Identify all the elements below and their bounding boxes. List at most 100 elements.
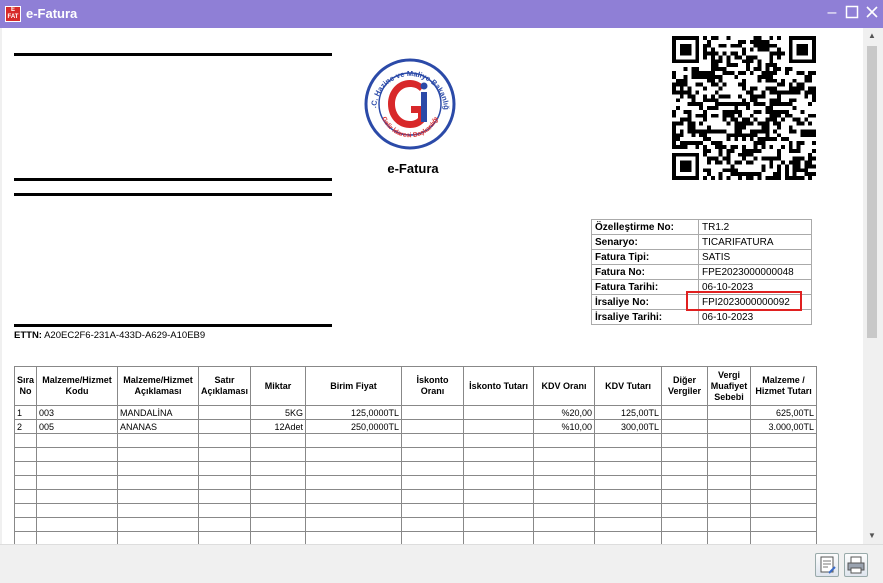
table-cell	[533, 503, 596, 518]
table-cell	[463, 461, 535, 476]
table-cell	[661, 405, 709, 420]
table-cell	[305, 517, 403, 532]
table-cell	[661, 531, 709, 544]
app-icon: E FAT	[5, 6, 21, 22]
table-cell	[36, 503, 119, 518]
table-cell: 2	[13, 419, 38, 434]
table-row-empty	[13, 475, 818, 490]
table-cell	[250, 447, 307, 462]
info-value: TR1.2	[698, 219, 812, 235]
header-rule	[14, 324, 332, 327]
table-cell: 625,00TL	[750, 405, 818, 420]
table-cell: 12Adet	[250, 419, 307, 434]
table-cell: 3.000,00TL	[750, 419, 818, 434]
info-label: Fatura No:	[591, 264, 699, 280]
table-cell	[661, 419, 709, 434]
table-cell	[661, 475, 709, 490]
document-viewport[interactable]: T.C. Hazine ve Maliye Bakanlığı Gelir İd…	[2, 28, 863, 544]
info-label: Fatura Tarihi:	[591, 279, 699, 295]
info-row: Fatura Tipi: SATIS	[591, 249, 812, 265]
table-cell	[750, 475, 818, 490]
table-cell	[36, 433, 119, 448]
table-cell	[707, 531, 752, 544]
column-header: Birim Fiyat	[305, 366, 403, 406]
table-cell	[707, 405, 752, 420]
table-cell	[305, 461, 403, 476]
header-rule	[14, 193, 332, 196]
info-label: İrsaliye Tarihi:	[591, 309, 699, 325]
table-cell	[250, 475, 307, 490]
table-cell	[198, 405, 252, 420]
table-cell	[533, 433, 596, 448]
table-row-empty	[13, 447, 818, 462]
table-cell	[117, 503, 200, 518]
table-cell	[707, 461, 752, 476]
table-cell	[463, 503, 535, 518]
table-cell	[117, 447, 200, 462]
info-label: Senaryo:	[591, 234, 699, 250]
vertical-scrollbar[interactable]: ▲ ▼	[863, 28, 881, 544]
table-cell	[661, 461, 709, 476]
table-cell	[198, 531, 252, 544]
column-header: KDV Oranı	[533, 366, 596, 406]
info-row: Fatura No: FPE2023000000048	[591, 264, 812, 280]
table-cell: 1	[13, 405, 38, 420]
info-label: Fatura Tipi:	[591, 249, 699, 265]
export-document-button[interactable]	[815, 553, 839, 577]
ettn-value: A20EC2F6-231A-433D-A629-A10EB9	[44, 330, 206, 341]
table-cell	[117, 433, 200, 448]
close-icon	[866, 6, 878, 18]
column-header: İskonto Oranı	[401, 366, 465, 406]
table-cell	[250, 461, 307, 476]
close-button[interactable]	[864, 5, 880, 21]
scroll-down-arrow-icon[interactable]: ▼	[863, 528, 881, 544]
table-cell	[305, 489, 403, 504]
table-cell	[707, 489, 752, 504]
table-cell	[198, 433, 252, 448]
table-cell	[594, 461, 663, 476]
column-header: İskonto Tutarı	[463, 366, 535, 406]
table-cell	[707, 433, 752, 448]
table-cell	[250, 433, 307, 448]
table-cell	[401, 531, 465, 544]
maximize-button[interactable]	[844, 5, 860, 21]
scrollbar-thumb[interactable]	[867, 46, 877, 338]
table-cell: 5KG	[250, 405, 307, 420]
table-cell	[13, 489, 38, 504]
info-row: İrsaliye Tarihi: 06-10-2023	[591, 309, 812, 325]
table-cell	[594, 447, 663, 462]
table-cell: 005	[36, 419, 119, 434]
table-cell	[13, 447, 38, 462]
table-cell	[117, 531, 200, 544]
table-cell	[13, 433, 38, 448]
window-title: e-Fatura	[26, 6, 78, 21]
table-cell	[401, 489, 465, 504]
table-cell: 125,00TL	[594, 405, 663, 420]
minimize-button[interactable]: –	[824, 5, 840, 21]
document-title: e-Fatura	[387, 161, 439, 176]
gib-logo: T.C. Hazine ve Maliye Bakanlığı Gelir İd…	[364, 58, 456, 150]
info-row: Özelleştirme No: TR1.2	[591, 219, 812, 235]
table-cell	[661, 447, 709, 462]
table-cell	[198, 475, 252, 490]
column-header: Malzeme/Hizmet Kodu	[36, 366, 119, 406]
table-cell	[594, 433, 663, 448]
table-row-empty	[13, 461, 818, 476]
table-cell	[401, 447, 465, 462]
table-cell	[305, 433, 403, 448]
table-cell	[401, 405, 465, 420]
table-cell	[750, 447, 818, 462]
table-cell	[463, 489, 535, 504]
table-cell	[305, 447, 403, 462]
info-row: Senaryo: TICARIFATURA	[591, 234, 812, 250]
table-cell	[661, 517, 709, 532]
table-cell	[13, 503, 38, 518]
table-cell	[533, 531, 596, 544]
table-cell	[707, 419, 752, 434]
table-cell	[661, 433, 709, 448]
table-cell: 003	[36, 405, 119, 420]
scroll-up-arrow-icon[interactable]: ▲	[863, 28, 881, 44]
print-button[interactable]	[844, 553, 868, 577]
table-cell	[463, 531, 535, 544]
table-cell	[463, 447, 535, 462]
